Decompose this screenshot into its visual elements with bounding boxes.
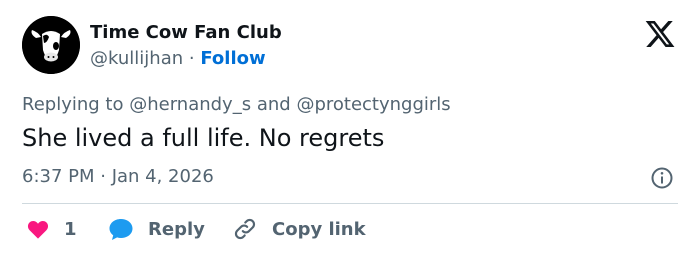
like-count: 1 (64, 218, 77, 240)
cow-avatar-icon[interactable] (22, 16, 80, 74)
reply-button[interactable]: Reply (108, 214, 205, 244)
reply-joiner: and (256, 94, 291, 115)
author-handle-row: @kullijhan · Follow (90, 48, 266, 69)
handle-separator: · (188, 48, 195, 69)
like-button[interactable]: 1 (26, 214, 77, 244)
copy-link-label: Copy link (272, 218, 366, 240)
info-icon[interactable] (650, 166, 674, 190)
reply-prefix: Replying to (22, 94, 124, 115)
reply-label: Reply (148, 218, 205, 240)
reply-context: Replying to @hernandy_s and @protectyngg… (22, 94, 451, 115)
tweet-text: She lived a full life. No regrets (22, 124, 385, 152)
tweet-timestamp[interactable]: 6:37 PM · Jan 4, 2026 (22, 166, 214, 187)
author-display-name[interactable]: Time Cow Fan Club (90, 22, 282, 43)
follow-button[interactable]: Follow (200, 48, 265, 69)
link-icon (234, 218, 256, 240)
reply-bubble-icon (109, 219, 133, 240)
divider (22, 203, 678, 204)
author-handle[interactable]: @kullijhan (90, 48, 183, 69)
mention-link[interactable]: @protectynggirls (296, 94, 450, 115)
mention-link[interactable]: @hernandy_s (129, 94, 251, 115)
heart-icon (27, 220, 49, 239)
copy-link-button[interactable]: Copy link (232, 214, 366, 244)
x-logo-icon[interactable] (644, 18, 676, 50)
